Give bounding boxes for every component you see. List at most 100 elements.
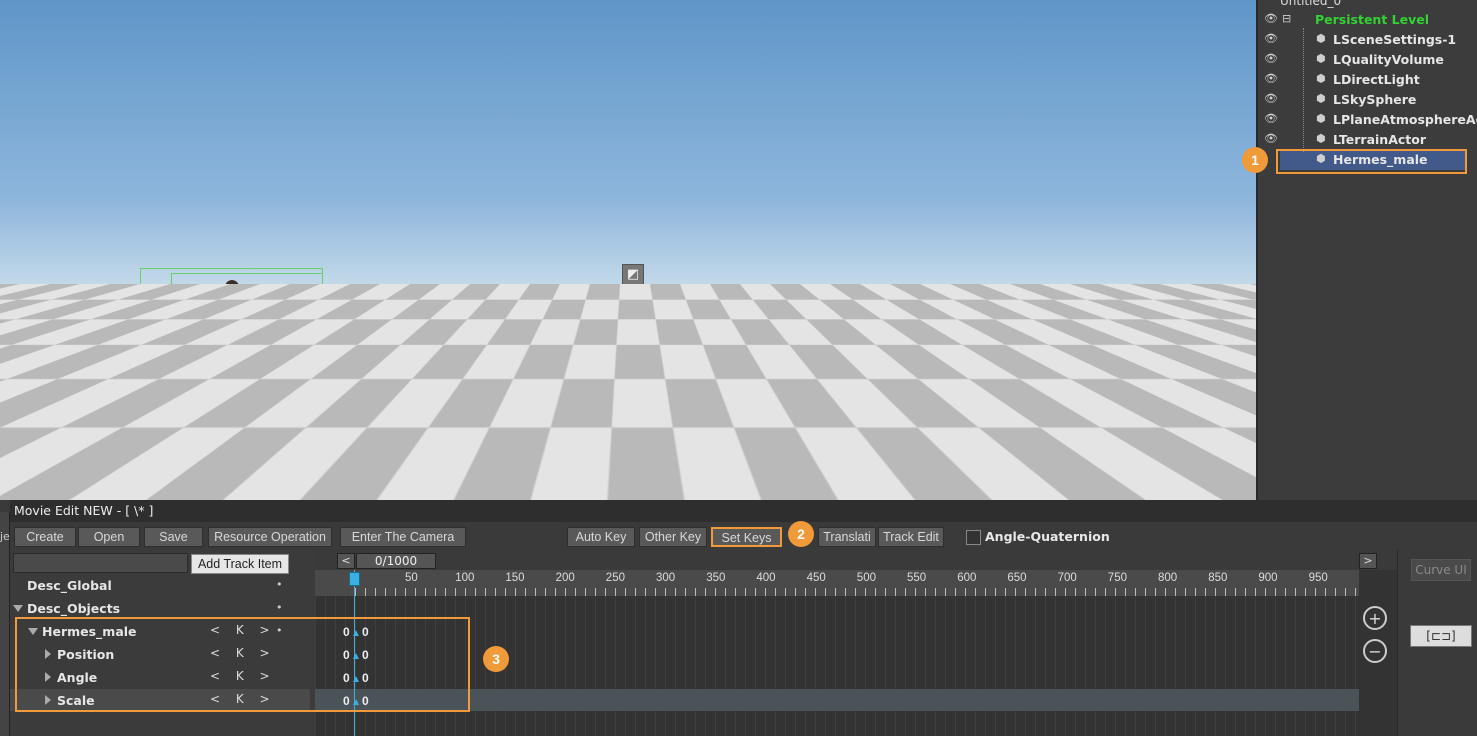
save-button[interactable]: Save	[144, 527, 203, 547]
actor-cube-icon: ⬢	[1316, 72, 1326, 85]
track-dot: •	[276, 601, 283, 614]
visibility-eye-icon[interactable]: 👁	[1264, 52, 1278, 66]
outliner-item-direct-light[interactable]: 👁 ⬢ LDirectLight	[1258, 70, 1477, 90]
outliner-item-label: LSceneSettings-1	[1333, 32, 1457, 47]
gizmo-xz-plane[interactable]	[198, 420, 266, 432]
zoom-out-icon[interactable]: −	[1363, 639, 1387, 663]
ruler-tick-label: 450	[806, 572, 826, 584]
visibility-eye-icon[interactable]: 👁	[1264, 92, 1278, 106]
outliner-item-scene-settings[interactable]: 👁 ⬢ LSceneSettings-1	[1258, 30, 1477, 50]
scene-viewport[interactable]: ◩ ✺	[0, 0, 1256, 500]
ruler-tick-label: 900	[1258, 572, 1278, 584]
zoom-in-icon[interactable]: +	[1363, 606, 1387, 630]
ruler-tick-label: 50	[405, 572, 418, 584]
outliner-item-label: LDirectLight	[1333, 72, 1420, 87]
ruler-tick-label: 800	[1158, 572, 1178, 584]
visibility-eye-icon[interactable]: 👁	[1264, 32, 1278, 46]
translation-button[interactable]: Translati	[818, 527, 876, 547]
expand-arrow-icon[interactable]	[13, 605, 23, 612]
playhead-handle[interactable]	[349, 572, 360, 586]
ruler-tick-label: 150	[505, 572, 525, 584]
track-name: Desc_Objects	[27, 601, 121, 616]
ruler-ticks	[355, 588, 1359, 596]
curve-ui-button[interactable]: Curve UI	[1411, 559, 1471, 581]
track-search-input[interactable]	[13, 553, 188, 573]
gizmo-z-arrow[interactable]	[304, 408, 362, 424]
ruler-tick-label: 400	[756, 572, 776, 584]
fit-view-button[interactable]: [⊏⊐]	[1410, 625, 1472, 647]
timeline-nav: < 0/1000 >	[315, 550, 1397, 570]
outliner-item-plane-atmosphere[interactable]: 👁 ⬢ LPlaneAtmosphereActor	[1258, 110, 1477, 130]
ruler-tick-label: 700	[1057, 572, 1077, 584]
angle-quaternion-label: Angle-Quaternion	[985, 529, 1110, 544]
outliner-item-terrain-actor[interactable]: 👁 ⬢ LTerrainActor	[1258, 130, 1477, 150]
level-icon: ⊟	[1282, 12, 1292, 25]
create-button[interactable]: Create	[14, 527, 76, 547]
actor-cube-icon: ⬢	[1316, 112, 1326, 125]
highlight-box-tracks	[15, 617, 470, 712]
track-desc-global[interactable]: Desc_Global •	[10, 574, 310, 596]
curve-panel: Curve UI [⊏⊐]	[1397, 550, 1477, 736]
ruler-tick-label: 300	[656, 572, 676, 584]
movie-title-bar: Movie Edit NEW - [ \* ]	[10, 500, 1477, 522]
outliner-item-label: LQualityVolume	[1333, 52, 1444, 67]
chevron-left-icon[interactable]: <	[337, 553, 355, 569]
left-dock-label: je	[0, 530, 10, 543]
visibility-eye-icon[interactable]: 👁	[1264, 72, 1278, 86]
ruler-tick-label: 950	[1308, 572, 1328, 584]
scene-outliner: Untitled_0 👁 ⊟ Persistent Level 👁 ⬢ LSce…	[1256, 0, 1477, 500]
timeline[interactable]: < 0/1000 > 50 100 150 200 250 300 350 400 450 500…	[315, 550, 1397, 736]
frame-display[interactable]: 0/1000	[356, 553, 436, 569]
outliner-item-quality-volume[interactable]: 👁 ⬢ LQualityVolume	[1258, 50, 1477, 70]
other-key-button[interactable]: Other Key	[639, 527, 707, 547]
gizmo-plane-handle[interactable]	[228, 376, 272, 420]
angle-quaternion-checkbox[interactable]	[966, 530, 981, 545]
outliner-item-label: LTerrainActor	[1333, 132, 1426, 147]
enter-camera-button[interactable]: Enter The Camera	[340, 527, 466, 547]
frame-ruler[interactable]: 50 100 150 200 250 300 350 400 450 500 550 600 650 70…	[315, 570, 1359, 596]
visibility-eye-icon[interactable]: 👁	[1264, 12, 1278, 26]
track-name: Desc_Global	[27, 578, 112, 593]
resource-operation-button[interactable]: Resource Operation	[208, 527, 332, 547]
track-desc-objects[interactable]: Desc_Objects •	[10, 597, 310, 619]
ruler-tick-label: 650	[1007, 572, 1027, 584]
add-track-item-button[interactable]: Add Track Item	[191, 554, 289, 574]
editor-window: ◩ ✺ Untitled_0 👁 ⊟ Persistent Level 👁 ⬢ …	[0, 0, 1477, 736]
outliner-item-persistent-level[interactable]: 👁 ⊟ Persistent Level	[1258, 10, 1477, 30]
ruler-tick-label: 550	[907, 572, 927, 584]
outliner-item-sky-sphere[interactable]: 👁 ⬢ LSkySphere	[1258, 90, 1477, 110]
light-actor-icon[interactable]: ✺	[624, 308, 644, 328]
ruler-tick-label: 500	[856, 572, 876, 584]
ruler-tick-label: 750	[1107, 572, 1127, 584]
visibility-eye-icon[interactable]: 👁	[1264, 132, 1278, 146]
actor-cube-icon: ⬢	[1316, 32, 1326, 45]
chevron-right-icon[interactable]: >	[1359, 553, 1377, 569]
open-button[interactable]: Open	[78, 527, 140, 547]
timeline-row-highlight	[315, 689, 1359, 711]
outliner-item-label: Persistent Level	[1315, 12, 1430, 27]
callout-badge-1: 1	[1242, 147, 1268, 173]
movie-toolbar: Create Open Save Resource Operation Ente…	[10, 522, 1477, 550]
highlight-box-outliner	[1276, 149, 1467, 174]
track-edit-button[interactable]: Track Edit	[878, 527, 944, 547]
timeline-grid[interactable]	[315, 596, 1359, 736]
actor-cube-icon: ⬢	[1316, 92, 1326, 105]
ruler-tick-label: 100	[455, 572, 475, 584]
ruler-tick-label: 600	[957, 572, 977, 584]
callout-badge-3: 3	[483, 646, 509, 672]
visibility-eye-icon[interactable]: 👁	[1264, 112, 1278, 126]
outliner-item-label: LSkySphere	[1333, 92, 1417, 107]
auto-key-button[interactable]: Auto Key	[567, 527, 635, 547]
ruler-tick-label: 350	[706, 572, 726, 584]
ruler-tick-label: 250	[605, 572, 625, 584]
ruler-tick-label: 850	[1208, 572, 1228, 584]
tree-connector-line	[1303, 28, 1304, 152]
track-dot: •	[276, 578, 283, 591]
set-keys-button[interactable]: Set Keys	[711, 527, 782, 547]
actor-cube-icon: ⬢	[1316, 52, 1326, 65]
actor-cube-icon: ⬢	[1316, 132, 1326, 145]
camera-actor-icon[interactable]: ◩	[622, 264, 644, 286]
outliner-header: Untitled_0	[1280, 0, 1342, 8]
gizmo-y-arrow[interactable]	[226, 286, 250, 338]
movie-title: Movie Edit NEW - [ \* ]	[14, 503, 154, 518]
